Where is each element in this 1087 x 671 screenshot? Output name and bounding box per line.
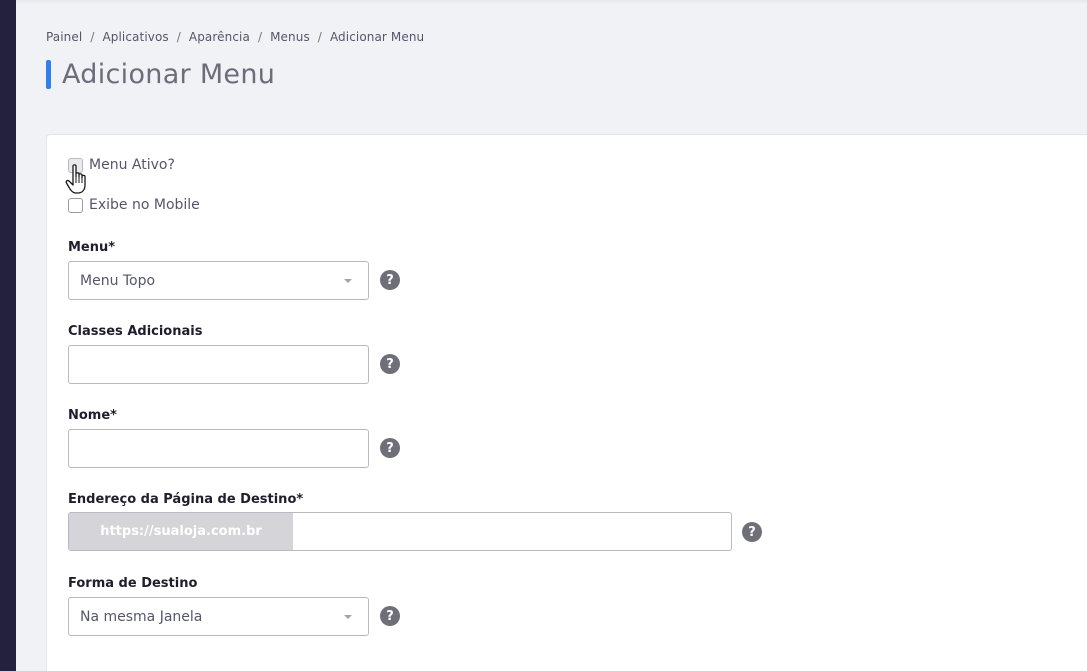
breadcrumb-separator: /	[317, 30, 322, 44]
nome-input[interactable]	[68, 429, 369, 468]
sidebar-strip	[0, 0, 16, 671]
forma-field-label: Forma de Destino	[68, 576, 198, 591]
forma-select-value: Na mesma Janela	[80, 609, 203, 625]
classes-field-label: Classes Adicionais	[68, 324, 203, 339]
topbar-shadow	[16, 0, 1087, 4]
help-icon[interactable]: ?	[742, 522, 762, 542]
menu-field-label: Menu*	[68, 240, 116, 255]
help-icon[interactable]: ?	[380, 438, 400, 458]
endereco-input-group: https://sualoja.com.br	[68, 512, 732, 551]
breadcrumb-painel[interactable]: Painel	[46, 30, 82, 44]
hand-cursor-icon	[65, 164, 86, 194]
page-title: Adicionar Menu	[62, 58, 276, 90]
breadcrumb-aplicativos[interactable]: Aplicativos	[102, 30, 168, 44]
chevron-down-icon	[344, 615, 352, 619]
exibe-mobile-checkbox-row[interactable]: Exibe no Mobile	[68, 197, 200, 213]
forma-destino-select[interactable]: Na mesma Janela	[68, 597, 369, 636]
chevron-down-icon	[344, 279, 352, 283]
menu-ativo-label: Menu Ativo?	[89, 157, 175, 173]
title-accent-bar	[46, 59, 51, 89]
breadcrumb-separator: /	[176, 30, 181, 44]
menu-select[interactable]: Menu Topo	[68, 261, 369, 300]
breadcrumb-aparencia[interactable]: Aparência	[189, 30, 250, 44]
breadcrumb-menus[interactable]: Menus	[270, 30, 310, 44]
breadcrumb-current: Adicionar Menu	[329, 30, 425, 44]
exibe-mobile-label: Exibe no Mobile	[89, 197, 200, 213]
url-prefix: https://sualoja.com.br	[69, 513, 293, 550]
endereco-field-label: Endereço da Página de Destino*	[68, 492, 304, 507]
page-title-wrap: Adicionar Menu	[46, 58, 276, 90]
endereco-input[interactable]	[293, 513, 731, 550]
classes-input[interactable]	[68, 345, 369, 384]
help-icon[interactable]: ?	[380, 606, 400, 626]
nome-field-label: Nome*	[68, 408, 117, 423]
breadcrumb: Painel / Aplicativos / Aparência / Menus…	[46, 30, 424, 44]
help-icon[interactable]: ?	[380, 270, 400, 290]
form-card	[46, 134, 1087, 671]
menu-select-value: Menu Topo	[80, 273, 156, 289]
exibe-mobile-checkbox[interactable]	[68, 197, 83, 213]
breadcrumb-separator: /	[90, 30, 95, 44]
help-icon[interactable]: ?	[380, 354, 400, 374]
breadcrumb-separator: /	[257, 30, 263, 44]
